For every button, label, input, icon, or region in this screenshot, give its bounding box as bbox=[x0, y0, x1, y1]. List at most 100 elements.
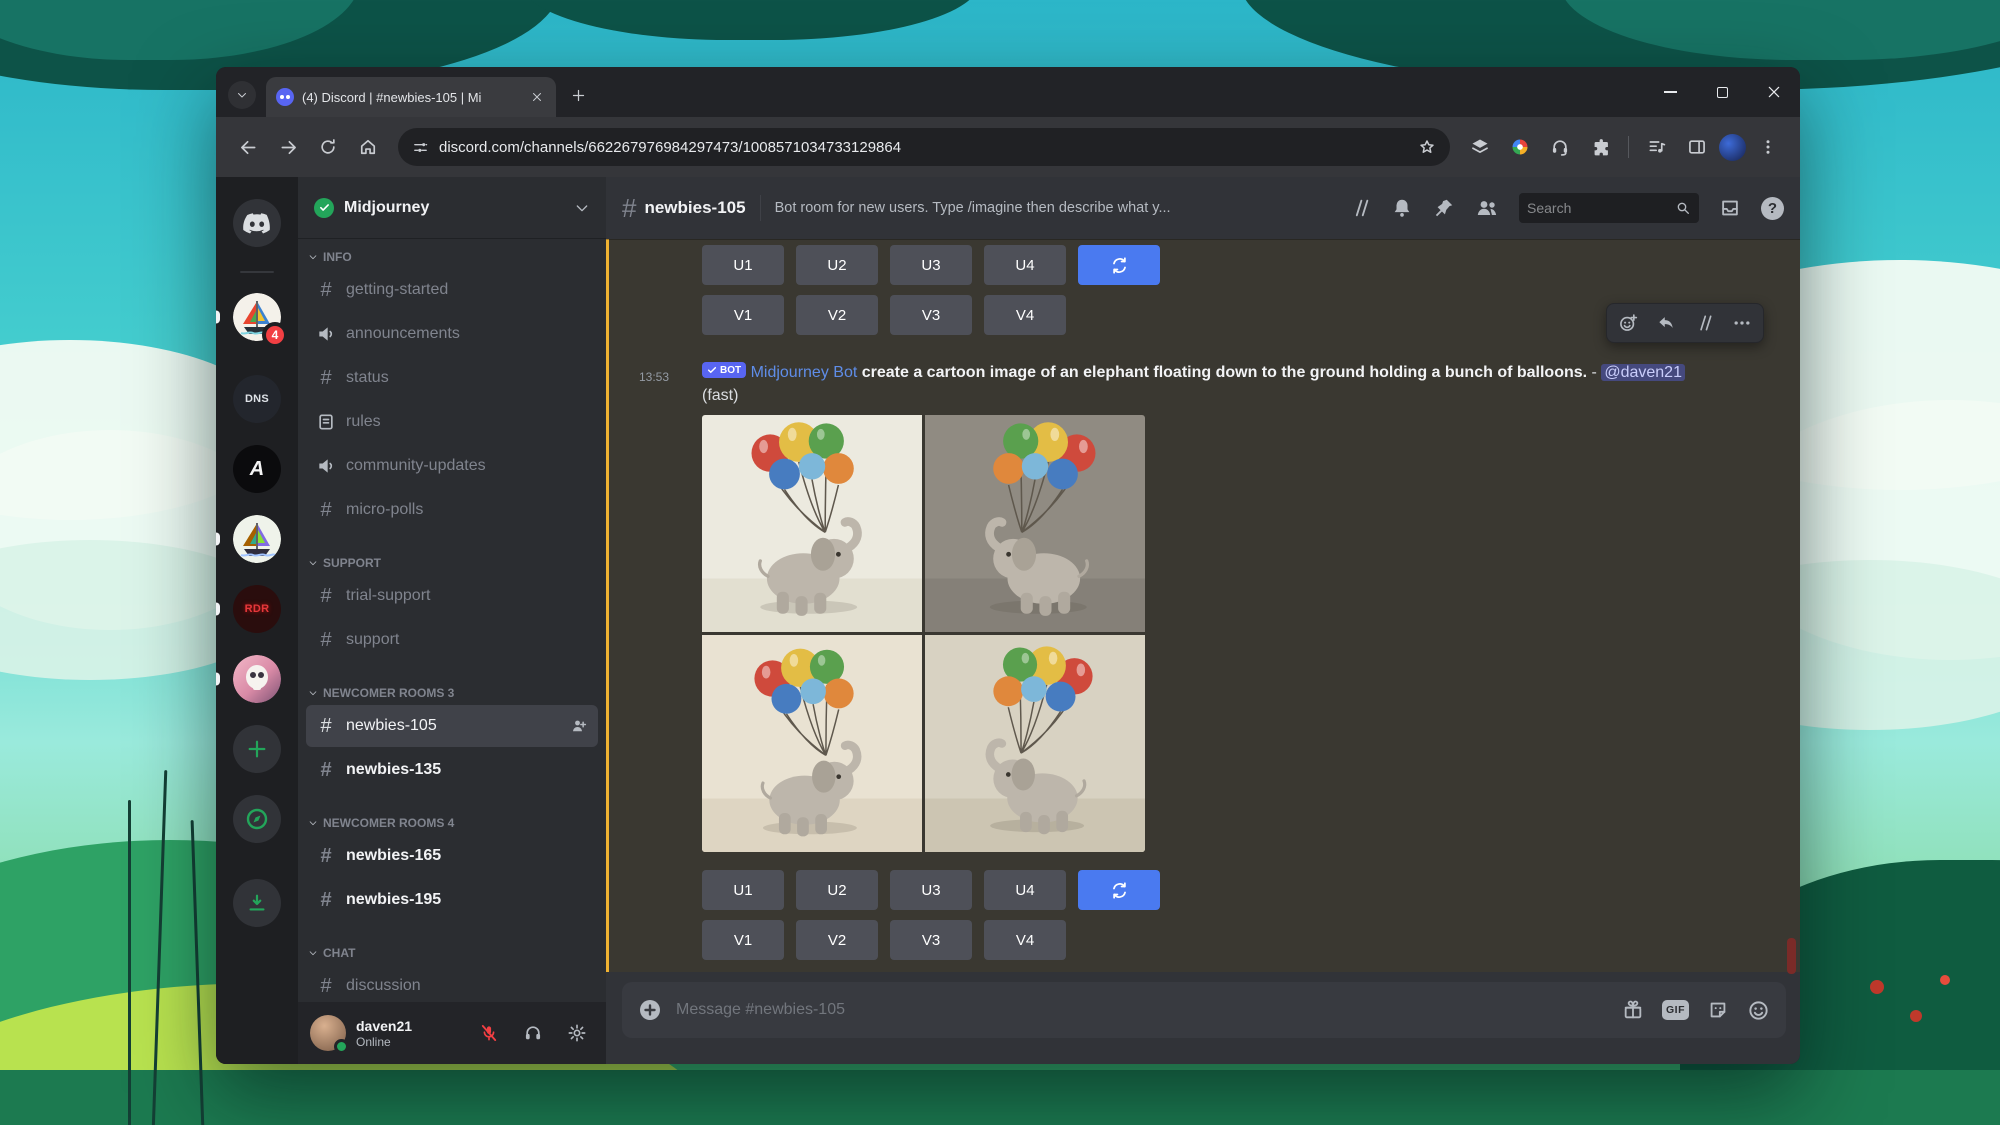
explore-servers-button[interactable] bbox=[233, 795, 281, 843]
add-server-button[interactable] bbox=[233, 725, 281, 773]
channel-topic[interactable]: Bot room for new users. Type /imagine th… bbox=[775, 200, 1171, 216]
address-bar[interactable]: discord.com/channels/662267976984297473/… bbox=[398, 128, 1450, 166]
server-sailboat-2[interactable] bbox=[233, 515, 281, 563]
upscale-u2-button[interactable]: U2 bbox=[796, 870, 878, 910]
channel-newbies-105[interactable]: # newbies-105 bbox=[306, 705, 598, 747]
server-rdr[interactable]: RDR bbox=[233, 585, 281, 633]
server-dns[interactable]: DNS bbox=[233, 375, 281, 423]
search-input[interactable] bbox=[1527, 200, 1669, 216]
user-settings-button[interactable] bbox=[560, 1016, 594, 1050]
more-actions-button[interactable] bbox=[1723, 306, 1761, 340]
bookmark-button[interactable] bbox=[1412, 132, 1442, 162]
variation-v2-button[interactable]: V2 bbox=[796, 920, 878, 960]
channel-newbies-195[interactable]: # newbies-195 bbox=[306, 879, 598, 921]
gift-button[interactable] bbox=[1622, 999, 1644, 1021]
gif-picker-button[interactable]: GIF bbox=[1662, 1000, 1689, 1020]
scrollbar-thumb[interactable] bbox=[1787, 938, 1796, 974]
user-mention[interactable]: @daven21 bbox=[1601, 364, 1685, 381]
reload-button[interactable] bbox=[310, 129, 346, 165]
server-header[interactable]: Midjourney bbox=[298, 177, 606, 239]
server-skull[interactable] bbox=[233, 655, 281, 703]
mute-microphone-button[interactable] bbox=[472, 1016, 506, 1050]
color-extension-button[interactable] bbox=[1502, 129, 1538, 165]
rerun-button[interactable] bbox=[1078, 245, 1160, 285]
help-button[interactable]: ? bbox=[1761, 197, 1784, 220]
upscale-u4-button[interactable]: U4 bbox=[984, 870, 1066, 910]
invite-people-icon[interactable] bbox=[570, 717, 588, 735]
category-newcomer-rooms-4[interactable]: NEWCOMER ROOMS 4 bbox=[308, 813, 598, 833]
message-input[interactable] bbox=[676, 1001, 1608, 1019]
user-avatar[interactable] bbox=[310, 1015, 346, 1051]
channel-getting-started[interactable]: # getting-started bbox=[306, 269, 598, 311]
variation-v2-button[interactable]: V2 bbox=[796, 295, 878, 335]
category-chat[interactable]: CHAT bbox=[308, 943, 598, 963]
variation-v1-button[interactable]: V1 bbox=[702, 920, 784, 960]
headset-extension-button[interactable] bbox=[1542, 129, 1578, 165]
channel-newbies-135[interactable]: # newbies-135 bbox=[306, 749, 598, 791]
search-box[interactable] bbox=[1519, 193, 1699, 223]
create-thread-button[interactable] bbox=[1685, 306, 1723, 340]
rerun-button[interactable] bbox=[1078, 870, 1160, 910]
channel-status[interactable]: # status bbox=[306, 357, 598, 399]
browser-tab[interactable]: (4) Discord | #newbies-105 | Mi bbox=[266, 77, 556, 117]
upscale-u1-button[interactable]: U1 bbox=[702, 245, 784, 285]
attach-file-button[interactable] bbox=[638, 998, 662, 1022]
server-sailboat[interactable]: 4 bbox=[233, 293, 281, 341]
new-tab-button[interactable] bbox=[564, 81, 592, 109]
profile-avatar[interactable] bbox=[1719, 134, 1746, 161]
tab-search-button[interactable] bbox=[228, 81, 256, 109]
upscale-u2-button[interactable]: U2 bbox=[796, 245, 878, 285]
variation-v4-button[interactable]: V4 bbox=[984, 920, 1066, 960]
generated-image-grid[interactable] bbox=[702, 415, 1145, 852]
category-info[interactable]: INFO bbox=[308, 247, 598, 267]
channel-discussion[interactable]: # discussion bbox=[306, 965, 598, 1002]
variation-v1-button[interactable]: V1 bbox=[702, 295, 784, 335]
inbox-button[interactable] bbox=[1719, 197, 1741, 219]
reading-list-button[interactable] bbox=[1462, 129, 1498, 165]
generated-image-panel-2[interactable] bbox=[925, 415, 1145, 632]
window-close-button[interactable] bbox=[1748, 67, 1800, 117]
upscale-u1-button[interactable]: U1 bbox=[702, 870, 784, 910]
deafen-button[interactable] bbox=[516, 1016, 550, 1050]
discord-home-button[interactable] bbox=[233, 199, 281, 247]
media-controls-button[interactable] bbox=[1639, 129, 1675, 165]
side-panel-button[interactable] bbox=[1679, 129, 1715, 165]
generated-image-panel-4[interactable] bbox=[925, 635, 1145, 852]
category-support[interactable]: SUPPORT bbox=[308, 553, 598, 573]
pinned-messages-button[interactable] bbox=[1433, 197, 1455, 219]
channel-trial-support[interactable]: # trial-support bbox=[306, 575, 598, 617]
channel-community-updates[interactable]: community-updates bbox=[306, 445, 598, 487]
upscale-u3-button[interactable]: U3 bbox=[890, 870, 972, 910]
channel-micro-polls[interactable]: # micro-polls bbox=[306, 489, 598, 531]
extensions-button[interactable] bbox=[1582, 129, 1618, 165]
forward-button[interactable] bbox=[270, 129, 306, 165]
threads-button[interactable] bbox=[1349, 197, 1371, 219]
home-button[interactable] bbox=[350, 129, 386, 165]
server-a-logo[interactable]: A bbox=[233, 445, 281, 493]
window-maximize-button[interactable] bbox=[1696, 67, 1748, 117]
emoji-picker-button[interactable] bbox=[1747, 999, 1770, 1022]
variation-v4-button[interactable]: V4 bbox=[984, 295, 1066, 335]
user-info[interactable]: daven21 Online bbox=[356, 1018, 462, 1049]
channel-newbies-165[interactable]: # newbies-165 bbox=[306, 835, 598, 877]
category-newcomer-rooms-3[interactable]: NEWCOMER ROOMS 3 bbox=[308, 683, 598, 703]
variation-v3-button[interactable]: V3 bbox=[890, 295, 972, 335]
generated-image-panel-3[interactable] bbox=[702, 635, 922, 852]
member-list-button[interactable] bbox=[1475, 196, 1499, 220]
message-author[interactable]: Midjourney Bot bbox=[751, 364, 858, 381]
reply-button[interactable] bbox=[1647, 306, 1685, 340]
upscale-u4-button[interactable]: U4 bbox=[984, 245, 1066, 285]
channel-rules[interactable]: rules bbox=[306, 401, 598, 443]
upscale-u3-button[interactable]: U3 bbox=[890, 245, 972, 285]
window-minimize-button[interactable] bbox=[1644, 67, 1696, 117]
channel-announcements[interactable]: announcements bbox=[306, 313, 598, 355]
message-input-bar[interactable]: GIF bbox=[622, 982, 1786, 1038]
download-apps-button[interactable] bbox=[233, 879, 281, 927]
generated-image-panel-1[interactable] bbox=[702, 415, 922, 632]
sticker-picker-button[interactable] bbox=[1707, 999, 1729, 1021]
channel-support[interactable]: # support bbox=[306, 619, 598, 661]
tab-close-button[interactable] bbox=[528, 88, 546, 106]
variation-v3-button[interactable]: V3 bbox=[890, 920, 972, 960]
back-button[interactable] bbox=[230, 129, 266, 165]
add-reaction-button[interactable] bbox=[1609, 306, 1647, 340]
